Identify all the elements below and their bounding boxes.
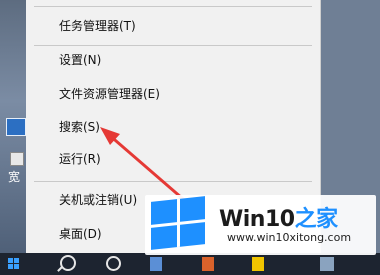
watermark: Win10之家 www.win10xitong.com [145, 195, 376, 255]
desktop-icon-label: 宽 [8, 170, 21, 184]
menu-item-run[interactable]: 运行(R) [26, 144, 320, 174]
desktop-shortcut-icon-2[interactable] [10, 152, 24, 166]
taskbar-app-icon[interactable] [252, 257, 264, 271]
watermark-title: Win10之家 [219, 207, 338, 232]
cortana-icon[interactable] [106, 256, 121, 271]
taskbar-app-icon[interactable] [202, 257, 214, 271]
taskbar-app-icon[interactable] [320, 257, 334, 271]
menu-item-settings[interactable]: 设置(N) [26, 45, 320, 75]
start-icon[interactable] [8, 258, 20, 270]
search-icon[interactable] [60, 255, 76, 271]
menu-item-search[interactable]: 搜索(S) [26, 112, 320, 142]
watermark-url: www.win10xitong.com [227, 231, 352, 244]
menu-item-file-explorer[interactable]: 文件资源管理器(E) [26, 79, 320, 109]
menu-item-task-manager[interactable]: 任务管理器(T) [26, 11, 320, 41]
menu-separator [34, 181, 312, 182]
taskbar-app-icon[interactable] [150, 257, 162, 271]
taskbar [0, 253, 380, 275]
menu-separator [34, 6, 312, 7]
windows-logo-icon [151, 196, 205, 250]
desktop-shortcut-icon[interactable] [6, 118, 26, 136]
